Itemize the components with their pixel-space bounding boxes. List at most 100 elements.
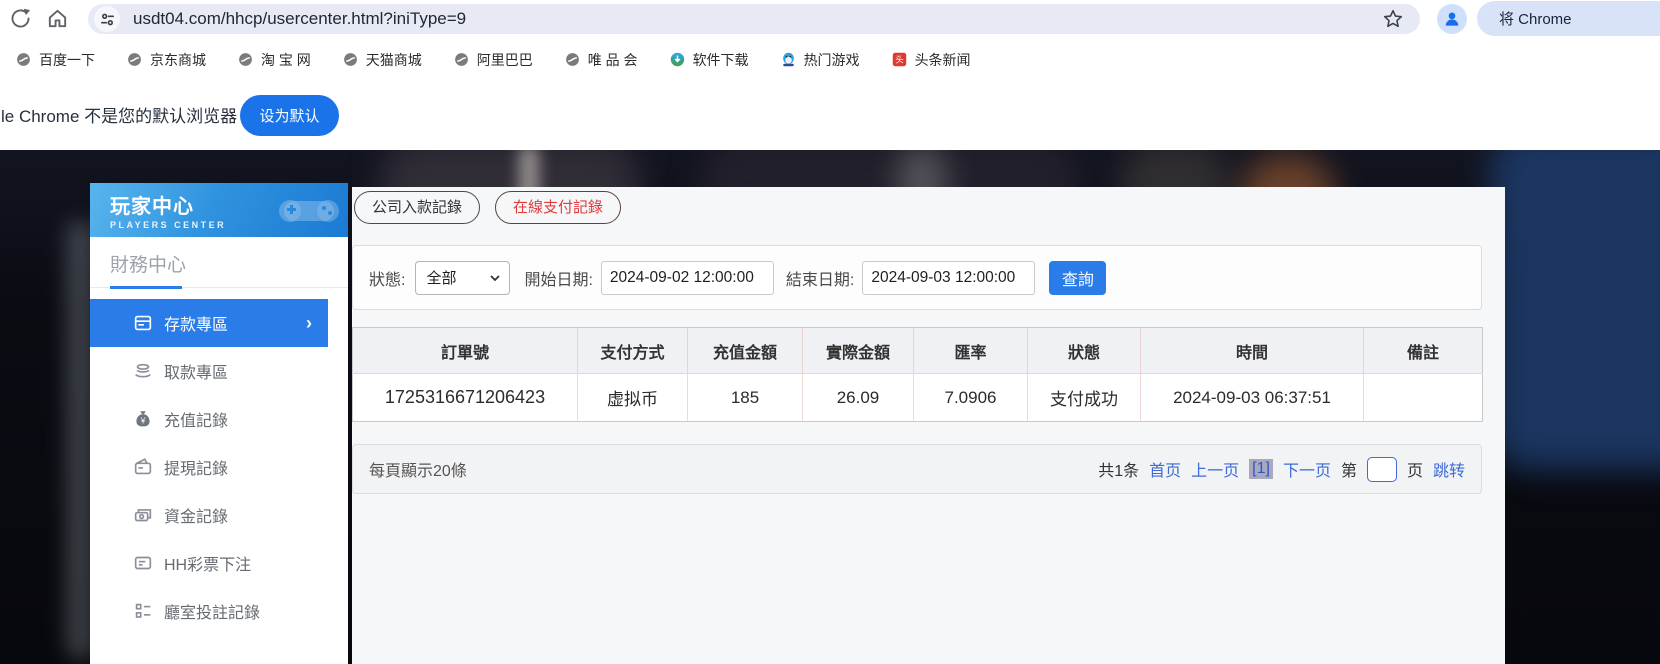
- start-date-input[interactable]: [600, 260, 774, 295]
- bookmark-star-icon[interactable]: [1382, 8, 1404, 30]
- bookmark-alibaba[interactable]: 阿里巴巴: [453, 50, 533, 70]
- bookmark-taobao[interactable]: 淘 宝 网: [237, 50, 311, 70]
- address-bar[interactable]: usdt04.com/hhcp/usercenter.html?iniType=…: [88, 4, 1420, 34]
- col-payment-method: 支付方式: [577, 327, 688, 374]
- gamepad-icon: [279, 200, 339, 222]
- cell-exchange-rate: 7.0906: [913, 373, 1028, 422]
- start-date-label: 開始日期:: [524, 271, 593, 289]
- chevron-down-icon: [490, 274, 501, 281]
- chrome-pill-label: 将 Chrome: [1499, 11, 1572, 28]
- set-chrome-default-pill[interactable]: 将 Chrome: [1477, 1, 1660, 36]
- pagination-controls: 共1条 首页 上一页 [1] 下一页 第 页 跳转: [1098, 456, 1465, 482]
- tab-online-payment-record[interactable]: 在線支付記錄: [495, 191, 622, 224]
- withdraw-icon: [132, 360, 154, 382]
- cell-payment-method: 虚拟币: [577, 373, 688, 422]
- status-select[interactable]: 全部: [415, 260, 511, 295]
- jump-button[interactable]: 跳转: [1433, 457, 1465, 481]
- game-icon: [780, 51, 797, 68]
- filter-bar: 狀態: 全部 開始日期: 結束日期: 查詢: [352, 245, 1482, 310]
- list-icon: [132, 600, 154, 622]
- cell-remark: [1363, 373, 1483, 422]
- section-underline: [110, 286, 182, 289]
- bookmark-vip[interactable]: 唯 品 会: [564, 50, 638, 70]
- bookmark-toutiao-news[interactable]: 头 头条新闻: [891, 50, 971, 70]
- sidebar-item-hall-bet-record[interactable]: 廳室投註記錄: [90, 587, 348, 635]
- pagination-bar: 每頁顯示20條 共1条 首页 上一页 [1] 下一页 第 页 跳转: [352, 444, 1482, 494]
- toutiao-icon: 头: [891, 51, 908, 68]
- col-time: 時間: [1140, 327, 1364, 374]
- notification-text: le Chrome 不是您的默认浏览器: [1, 107, 238, 126]
- globe-icon: [453, 51, 470, 68]
- bookmark-tmall[interactable]: 天猫商城: [342, 50, 422, 70]
- col-order-number: 訂單號: [352, 327, 578, 374]
- reload-icon[interactable]: [9, 7, 32, 30]
- set-default-button[interactable]: 设为默认: [240, 95, 339, 136]
- record-tabs: 公司入款記錄 在線支付記錄: [354, 191, 1505, 224]
- table-header-row: 訂單號 支付方式 充值金額 實際金額 匯率 狀態 時間 備註: [352, 327, 1483, 374]
- globe-icon: [342, 51, 359, 68]
- profile-icon[interactable]: [1437, 4, 1467, 34]
- banknotes-icon: [132, 504, 154, 526]
- col-status: 狀態: [1027, 327, 1141, 374]
- bookmark-baidu[interactable]: 百度一下: [15, 50, 95, 70]
- cell-time: 2024-09-03 06:37:51: [1140, 373, 1364, 422]
- bookmark-jd[interactable]: 京东商城: [126, 50, 206, 70]
- end-date-label: 結束日期:: [785, 271, 855, 289]
- sidebar-item-funds-record[interactable]: 資金記錄: [90, 491, 348, 539]
- col-actual-amount: 實際金額: [802, 327, 914, 374]
- sidebar: 玩家中心 PLAYERS CENTER 財務中心 存款專區 › 取款專區 ¥ 充…: [90, 183, 348, 664]
- search-button[interactable]: 查詢: [1049, 260, 1107, 295]
- background-blob: [1490, 150, 1660, 470]
- section-title: 財務中心: [110, 255, 187, 276]
- payment-records-table: 訂單號 支付方式 充值金額 實際金額 匯率 狀態 時間 備註 172531667…: [352, 327, 1483, 422]
- tab-company-deposit-record[interactable]: 公司入款記錄: [354, 191, 481, 224]
- page-size-text: 每頁顯示20條: [369, 463, 467, 480]
- sidebar-item-withdraw-zone[interactable]: 取款專區: [90, 347, 348, 395]
- default-browser-notification: le Chrome 不是您的默认浏览器 设为默认: [0, 82, 1660, 150]
- first-page-link[interactable]: 首页: [1149, 457, 1181, 481]
- chevron-right-icon: ›: [306, 313, 312, 333]
- col-exchange-rate: 匯率: [913, 327, 1028, 374]
- cell-actual-amount: 26.09: [802, 373, 914, 422]
- col-remark: 備註: [1363, 327, 1483, 374]
- money-bag-icon: ¥: [132, 408, 154, 430]
- status-label: 狀態:: [369, 271, 406, 289]
- sidebar-item-hh-lottery-bets[interactable]: HH彩票下注: [90, 539, 348, 587]
- browser-window: usdt04.com/hhcp/usercenter.html?iniType=…: [0, 0, 1660, 664]
- sidebar-menu: 存款專區 › 取款專區 ¥ 充值記錄 提現記錄 資金記錄 HH彩票下注 廳室投註…: [90, 299, 348, 635]
- ticket-icon: [132, 552, 154, 574]
- cell-order-number: 1725316671206423: [352, 373, 578, 422]
- url-text[interactable]: usdt04.com/hhcp/usercenter.html?iniType=…: [133, 9, 1382, 29]
- sidebar-item-recharge-record[interactable]: ¥ 充值記錄: [90, 395, 348, 443]
- cell-recharge-amount: 185: [687, 373, 803, 422]
- finance-center-section: 財務中心: [90, 237, 348, 289]
- deposit-icon: [132, 312, 154, 334]
- jump-prefix: 第: [1340, 463, 1357, 480]
- current-page-indicator: [1]: [1249, 459, 1273, 479]
- prev-page-link[interactable]: 上一页: [1191, 457, 1239, 481]
- svg-text:头: 头: [895, 55, 904, 65]
- site-settings-icon[interactable]: [94, 6, 120, 32]
- globe-icon: [126, 51, 143, 68]
- jump-suffix: 页: [1406, 463, 1423, 480]
- col-recharge-amount: 充值金額: [687, 327, 803, 374]
- browser-toolbar: usdt04.com/hhcp/usercenter.html?iniType=…: [0, 0, 1660, 37]
- total-count-text: 共1条: [1098, 463, 1140, 480]
- players-center-header: 玩家中心 PLAYERS CENTER: [90, 183, 348, 237]
- next-page-link[interactable]: 下一页: [1283, 457, 1331, 481]
- svg-text:¥: ¥: [140, 417, 146, 426]
- bookmark-hot-games[interactable]: 热门游戏: [780, 50, 860, 70]
- wallet-icon: [132, 456, 154, 478]
- globe-icon: [15, 51, 32, 68]
- bookmarks-bar: 百度一下 京东商城 淘 宝 网 天猫商城 阿里巴巴 唯 品 会 软件下载 热门游…: [0, 37, 1660, 82]
- cell-status: 支付成功: [1027, 373, 1141, 422]
- table-row: 1725316671206423 虚拟币 185 26.09 7.0906 支付…: [352, 373, 1483, 422]
- sidebar-item-deposit-zone[interactable]: 存款專區 ›: [90, 299, 328, 347]
- download-icon: [669, 51, 686, 68]
- end-date-input[interactable]: [862, 260, 1036, 295]
- globe-icon: [564, 51, 581, 68]
- sidebar-item-withdrawal-record[interactable]: 提現記錄: [90, 443, 348, 491]
- home-icon[interactable]: [46, 7, 69, 30]
- bookmark-software-download[interactable]: 软件下载: [669, 50, 749, 70]
- jump-page-input[interactable]: [1366, 456, 1397, 482]
